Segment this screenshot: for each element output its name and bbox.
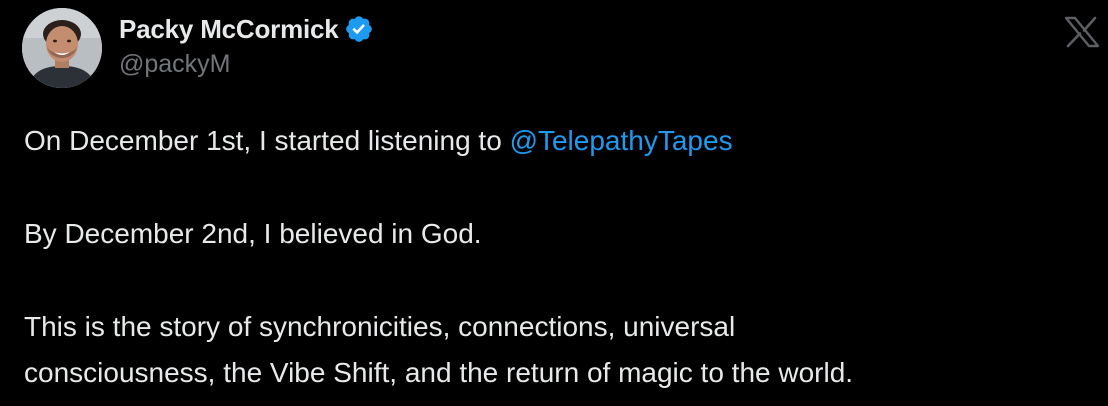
- author-identity: Packy McCormick @packyM: [119, 11, 374, 79]
- author-avatar[interactable]: [22, 8, 102, 88]
- tweet-card: Packy McCormick @packyM On December 1st,…: [0, 0, 1108, 406]
- tweet-line-2: By December 2nd, I believed in God.: [24, 218, 482, 249]
- mention-link[interactable]: @TelepathyTapes: [510, 125, 733, 156]
- author-display-name[interactable]: Packy McCormick: [119, 14, 339, 45]
- tweet-line-3b: consciousness, the Vibe Shift, and the r…: [24, 357, 854, 388]
- author-name-row: Packy McCormick: [119, 11, 374, 47]
- tweet-text: On December 1st, I started listening to …: [24, 118, 1094, 396]
- x-logo-icon[interactable]: [1064, 16, 1100, 48]
- tweet-line-3a: This is the story of synchronicities, co…: [24, 311, 736, 342]
- verified-checkmark-icon[interactable]: [344, 14, 374, 44]
- author-handle[interactable]: @packyM: [119, 50, 374, 79]
- tweet-line-1: On December 1st, I started listening to …: [24, 118, 1094, 164]
- avatar-photo: [22, 8, 102, 88]
- tweet-line-1-text: On December 1st, I started listening to: [24, 125, 510, 156]
- tweet-header: Packy McCormick @packyM: [22, 8, 374, 88]
